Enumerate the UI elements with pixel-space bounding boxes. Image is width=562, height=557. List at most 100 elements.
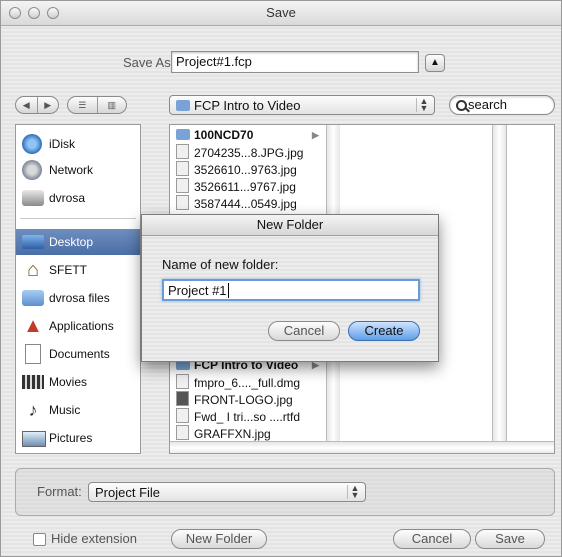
sidebar-item-documents[interactable]: Documents xyxy=(16,341,140,367)
document-file-icon xyxy=(176,374,189,389)
sidebar-item-label: SFETT xyxy=(49,263,87,277)
idisk-icon xyxy=(22,134,42,154)
home-icon: ⌂ xyxy=(26,259,40,281)
file-item[interactable]: 3526610...9763.jpg xyxy=(176,161,297,178)
sidebar-item-desktop[interactable]: Desktop xyxy=(16,229,140,255)
column-view-icon[interactable]: ▥ xyxy=(96,97,127,113)
file-name: FRONT-LOGO.jpg xyxy=(194,393,293,407)
sidebar-item-dvrosa-files[interactable]: dvrosa files xyxy=(16,285,140,311)
list-view-icon[interactable]: ☰ xyxy=(68,97,97,113)
forward-arrow-icon[interactable]: ▶ xyxy=(36,97,59,113)
column-scrollbar[interactable] xyxy=(492,125,507,441)
save-button[interactable]: Save xyxy=(475,529,545,549)
location-popup-value: FCP Intro to Video xyxy=(194,98,301,113)
format-label: Format: xyxy=(37,484,82,499)
save-dialog-window: Save Save As: Project#1.fcp ▲ ◀ ▶ ☰ ▥ FC… xyxy=(0,0,562,557)
file-name: 3587444...0549.jpg xyxy=(194,197,297,211)
back-forward-buttons[interactable]: ◀ ▶ xyxy=(15,96,59,114)
sidebar-item-music[interactable]: ♪ Music xyxy=(16,397,140,423)
save-as-label: Save As: xyxy=(123,55,175,70)
search-placeholder: search xyxy=(468,97,508,112)
view-mode-buttons[interactable]: ☰ ▥ xyxy=(67,96,127,114)
sidebar-item-label: Desktop xyxy=(49,235,94,249)
file-item[interactable]: 100NCD70 ▶ xyxy=(176,127,319,144)
collapse-toggle-button[interactable]: ▲ xyxy=(425,54,445,72)
hide-extension-checkbox[interactable] xyxy=(33,533,46,546)
folder-icon xyxy=(176,100,190,111)
applications-icon: ▲ xyxy=(23,315,43,337)
save-as-field[interactable]: Project#1.fcp xyxy=(171,51,419,73)
new-folder-prompt: Name of new folder: xyxy=(162,257,279,272)
hide-extension-label: Hide extension xyxy=(51,531,137,546)
dialog-title: New Folder xyxy=(142,215,438,236)
file-name: fmpro_6...._full.dmg xyxy=(194,376,301,390)
text-cursor xyxy=(227,283,229,298)
file-name: Fwd_ I tri...so ....rtfd xyxy=(194,410,301,424)
pictures-icon xyxy=(22,431,46,447)
sidebar-item-label: dvrosa xyxy=(49,191,86,205)
format-box: Format: Project File ▲ ▼ xyxy=(15,468,555,516)
file-name: 3526611...9767.jpg xyxy=(194,180,296,194)
new-folder-dialog: New Folder Name of new folder: Project #… xyxy=(141,214,439,362)
file-item[interactable]: Fwd_ I tri...so ....rtfd xyxy=(176,408,300,425)
image-file-icon xyxy=(176,195,189,210)
file-name: GRAFFXN.jpg xyxy=(194,427,271,441)
sidebar-item-movies[interactable]: Movies xyxy=(16,369,140,395)
file-name: 2704235...8.JPG.jpg xyxy=(194,146,304,160)
image-file-icon xyxy=(176,161,189,176)
file-item[interactable]: 2704235...8.JPG.jpg xyxy=(176,144,303,161)
file-name: 3526610...9763.jpg xyxy=(194,163,297,177)
sidebar-item-network[interactable]: Network xyxy=(16,157,140,183)
sidebar-item-label: dvrosa files xyxy=(49,291,110,305)
file-item[interactable]: 3587444...0549.jpg xyxy=(176,195,297,212)
sidebar-item-idisk[interactable]: iDisk xyxy=(16,131,140,157)
image-file-icon xyxy=(176,391,189,406)
desktop-icon xyxy=(22,235,44,249)
disclosure-arrow-icon: ▶ xyxy=(312,130,319,140)
format-popup[interactable]: Project File ▲ ▼ xyxy=(88,482,366,502)
location-popup[interactable]: FCP Intro to Video ▲ ▼ xyxy=(169,95,435,115)
popup-arrows-icon: ▲ ▼ xyxy=(416,97,431,113)
network-icon xyxy=(22,160,42,180)
sidebar: iDisk Network dvrosa Desktop ⌂ SFETT dvr… xyxy=(15,124,141,454)
new-folder-name-value: Project #1 xyxy=(168,283,227,298)
sidebar-item-label: iDisk xyxy=(49,137,75,151)
cancel-button[interactable]: Cancel xyxy=(393,529,471,549)
triangle-up-icon: ▲ xyxy=(430,57,440,68)
image-file-icon xyxy=(176,178,189,193)
file-name: 100NCD70 xyxy=(194,128,254,142)
window-title: Save xyxy=(266,5,296,20)
dialog-cancel-button[interactable]: Cancel xyxy=(268,321,340,341)
movies-icon xyxy=(22,375,44,389)
dialog-create-button[interactable]: Create xyxy=(348,321,420,341)
file-item[interactable]: 3526611...9767.jpg xyxy=(176,178,296,195)
music-icon: ♪ xyxy=(28,400,38,420)
file-item[interactable]: fmpro_6...._full.dmg xyxy=(176,374,300,391)
document-file-icon xyxy=(176,408,189,423)
title-bar: Save xyxy=(1,1,561,26)
image-file-icon xyxy=(176,425,189,440)
file-item[interactable]: FRONT-LOGO.jpg xyxy=(176,391,293,408)
harddisk-icon xyxy=(22,190,44,206)
search-field[interactable]: search xyxy=(449,95,555,115)
image-file-icon xyxy=(176,144,189,159)
sidebar-item-applications[interactable]: ▲ Applications xyxy=(16,313,140,339)
sidebar-item-label: Network xyxy=(49,163,94,177)
sidebar-item-label: Documents xyxy=(49,347,110,361)
folder-icon xyxy=(176,129,190,140)
sidebar-item-label: Movies xyxy=(49,375,88,389)
file-item[interactable]: GRAFFXN.jpg xyxy=(176,425,271,442)
sidebar-item-pictures[interactable]: Pictures xyxy=(16,425,140,451)
folder-icon xyxy=(22,290,44,306)
back-arrow-icon[interactable]: ◀ xyxy=(16,97,37,113)
sidebar-item-sfett[interactable]: ⌂ SFETT xyxy=(16,257,140,283)
sidebar-item-label: Applications xyxy=(49,319,114,333)
format-popup-value: Project File xyxy=(95,485,161,500)
new-folder-name-field[interactable]: Project #1 xyxy=(162,279,420,301)
sidebar-item-label: Pictures xyxy=(49,431,93,445)
documents-icon xyxy=(25,344,41,364)
horizontal-scrollbar[interactable] xyxy=(170,441,554,453)
sidebar-item-dvrosa[interactable]: dvrosa xyxy=(16,185,140,211)
popup-arrows-icon: ▲ ▼ xyxy=(347,484,362,500)
new-folder-button[interactable]: New Folder xyxy=(171,529,267,549)
